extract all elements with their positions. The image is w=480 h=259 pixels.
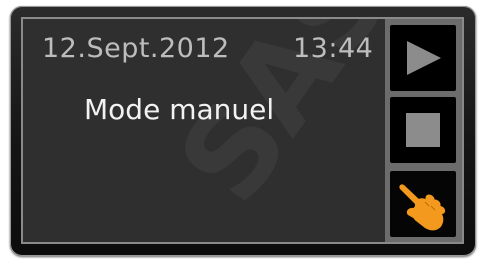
play-icon — [407, 41, 441, 75]
play-button[interactable] — [390, 25, 456, 91]
stop-button[interactable] — [390, 97, 456, 163]
manual-mode-button[interactable] — [390, 171, 456, 237]
time-display: 13:44 — [293, 33, 374, 64]
stop-icon — [406, 113, 440, 147]
main-display-area: 12.Sept.2012 13:44 Mode manuel SAS — [23, 19, 419, 242]
display-screen: 12.Sept.2012 13:44 Mode manuel SAS — [21, 17, 464, 244]
date-display: 12.Sept.2012 — [42, 33, 230, 64]
side-button-panel — [385, 19, 462, 242]
mode-label: Mode manuel — [84, 93, 275, 126]
hand-pointer-icon — [399, 184, 446, 231]
